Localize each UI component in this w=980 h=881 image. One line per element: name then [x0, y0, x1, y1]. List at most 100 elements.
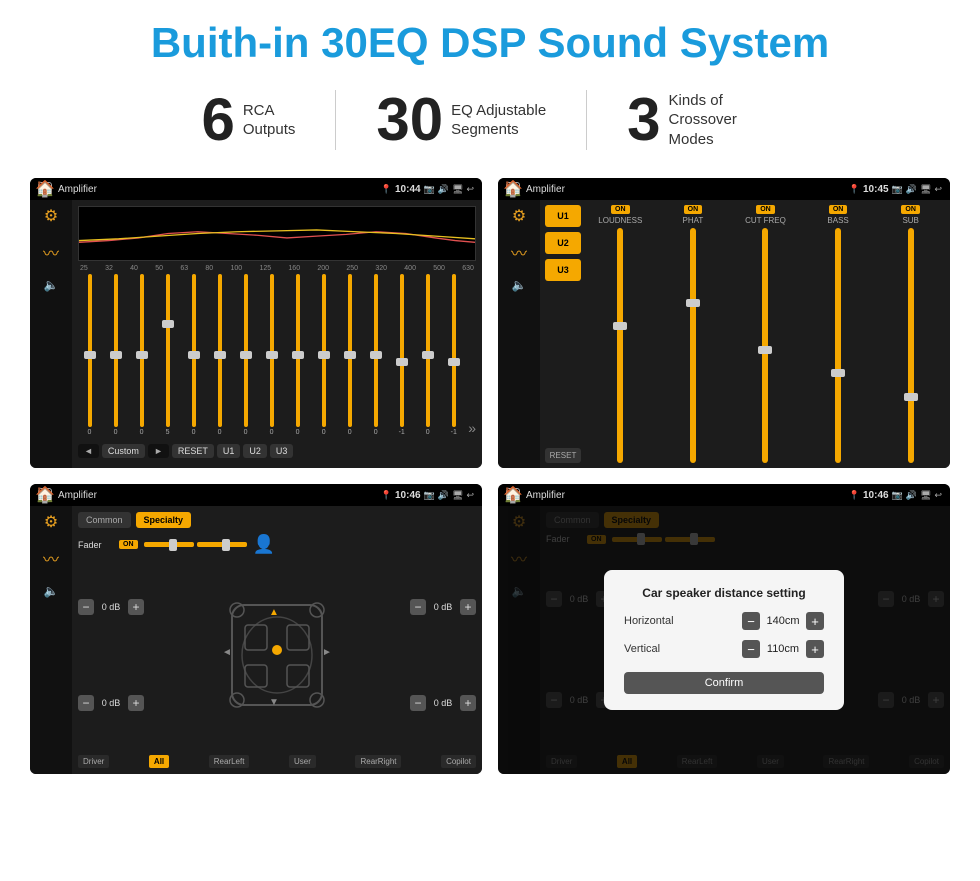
eq-screen-content: ⚙ 〰 🔈 2532405063801001251602002503204005… — [30, 200, 482, 468]
fader-tabs: Common Specialty — [78, 512, 476, 528]
vol-plus-fr[interactable]: + — [460, 599, 476, 615]
bass-on-badge: ON — [829, 205, 848, 214]
vol-control-rl: − 0 dB + — [78, 695, 144, 711]
main-title: Buith-in 30EQ DSP Sound System — [30, 20, 950, 66]
rearleft-label[interactable]: RearLeft — [209, 755, 250, 768]
eq-slider-4: 5 — [156, 274, 179, 436]
phat-slider-thumb[interactable] — [686, 299, 700, 307]
amp2-reset-button[interactable]: RESET — [545, 448, 581, 463]
eq-slider-11: 0 — [338, 274, 361, 436]
fader-screen-content: ⚙ 〰 🔈 Common Specialty Fader ON — [30, 506, 482, 774]
screenshots-grid: 🏠 Amplifier 📍 10:44 📷 🔊 🖥 ↩ ⚙ 〰 🔈 — [30, 178, 950, 774]
eq-bottom-bar: ◄ Custom ► RESET U1 U2 U3 — [78, 440, 476, 462]
vol-plus-rr[interactable]: + — [460, 695, 476, 711]
amp2-home-icon: 🏠 — [506, 182, 520, 196]
vertical-plus-button[interactable]: + — [806, 640, 824, 658]
loudness-label: LOUDNESS — [598, 216, 642, 225]
horizontal-row: Horizontal − 140cm + — [624, 612, 824, 630]
copilot-label[interactable]: Copilot — [441, 755, 476, 768]
dialog-screen-card: 🏠 Amplifier 📍 10:46 📷 🔊 🖥 ↩ ⚙ 〰 🔈 — [498, 484, 950, 774]
eq-slider-5: 0 — [182, 274, 205, 436]
amp2-u3-button[interactable]: U3 — [545, 259, 581, 281]
fader-thumb2[interactable] — [222, 539, 230, 551]
stats-row: 6 RCAOutputs 30 EQ AdjustableSegments 3 … — [30, 90, 950, 150]
eq-u2-button[interactable]: U2 — [243, 444, 267, 458]
stat-eq-number: 30 — [376, 90, 443, 150]
fader-speaker-icon[interactable]: 🔈 — [44, 584, 59, 598]
fader-wave-icon[interactable]: 〰 — [43, 546, 59, 570]
stat-crossover: 3 Kinds ofCrossover Modes — [587, 90, 818, 150]
vertical-minus-button[interactable]: − — [742, 640, 760, 658]
fader-specialty-tab[interactable]: Specialty — [136, 512, 192, 528]
fader-filter-icon[interactable]: ⚙ — [44, 512, 58, 532]
amp2-u2-button[interactable]: U2 — [545, 232, 581, 254]
vol-minus-rl[interactable]: − — [78, 695, 94, 711]
eq-speaker-icon[interactable]: 🔈 — [44, 278, 59, 292]
vol-minus-rr[interactable]: − — [410, 695, 426, 711]
vertical-value: 110cm — [764, 643, 802, 655]
stat-rca: 6 RCAOutputs — [161, 90, 336, 150]
eq-slider-3: 0 — [130, 274, 153, 436]
horizontal-value: 140cm — [764, 615, 802, 627]
eq-sliders-area: 0 0 0 5 — [78, 274, 476, 436]
amp2-cutfreq-channel: ON CUT FREQ — [731, 205, 800, 463]
page-container: Buith-in 30EQ DSP Sound System 6 RCAOutp… — [0, 0, 980, 794]
amp2-status-bar: 🏠 Amplifier 📍 10:45 📷 🔊 🖥 ↩ — [498, 178, 950, 200]
eq-time: 10:44 — [395, 184, 421, 195]
amp2-main-area: U1 U2 U3 RESET ON LOUDNESS — [540, 200, 950, 468]
vol-control-fl: − 0 dB + — [78, 599, 144, 615]
amp2-speaker-icon[interactable]: 🔈 — [512, 278, 527, 292]
amp2-back-icon: ↩ — [934, 184, 942, 195]
back-icon: ↩ — [466, 184, 474, 195]
eq-filter-icon[interactable]: ⚙ — [44, 206, 58, 226]
rearright-label[interactable]: RearRight — [355, 755, 401, 768]
vol-plus-fl[interactable]: + — [128, 599, 144, 615]
eq-prev-button[interactable]: ◄ — [78, 444, 99, 458]
volume-icon: 🔊 — [438, 184, 449, 195]
vol-minus-fl[interactable]: − — [78, 599, 94, 615]
eq-custom-button[interactable]: Custom — [102, 444, 145, 458]
amp2-wave-icon[interactable]: 〰 — [511, 240, 527, 264]
eq-reset-button[interactable]: RESET — [172, 444, 214, 458]
eq-slider-1: 0 — [78, 274, 101, 436]
loudness-slider-thumb[interactable] — [613, 322, 627, 330]
eq-u1-button[interactable]: U1 — [217, 444, 241, 458]
vertical-row: Vertical − 110cm + — [624, 640, 824, 658]
amp2-filter-icon[interactable]: ⚙ — [512, 206, 526, 226]
amp2-u1-button[interactable]: U1 — [545, 205, 581, 227]
confirm-button[interactable]: Confirm — [624, 672, 824, 694]
eq-wave-icon[interactable]: 〰 — [43, 240, 59, 264]
eq-next-button[interactable]: ► — [148, 444, 169, 458]
bass-slider-thumb[interactable] — [831, 369, 845, 377]
vol-minus-fr[interactable]: − — [410, 599, 426, 615]
fader-person-icon[interactable]: 👤 — [253, 534, 275, 555]
screen-icon: 🖥 — [452, 184, 463, 195]
cutfreq-slider-thumb[interactable] — [758, 346, 772, 354]
vol-plus-rl[interactable]: + — [128, 695, 144, 711]
stat-rca-number: 6 — [201, 90, 234, 150]
eq-u3-button[interactable]: U3 — [270, 444, 294, 458]
amp2-bass-channel: ON BASS — [804, 205, 873, 463]
amp2-app-name: Amplifier — [526, 184, 843, 195]
vol-value-rl: 0 dB — [97, 698, 125, 708]
driver-label[interactable]: Driver — [78, 755, 109, 768]
vol-control-rr: − 0 dB + — [410, 695, 476, 711]
sub-slider-thumb[interactable] — [904, 393, 918, 401]
amp2-status-icons: 📍 10:45 📷 🔊 🖥 ↩ — [849, 184, 942, 195]
stat-crossover-number: 3 — [627, 90, 660, 150]
eq-graph — [78, 206, 476, 261]
eq-status-icons: 📍 10:44 📷 🔊 🖥 ↩ — [381, 184, 474, 195]
car-visual: ▲ ▼ ◄ ► — [152, 559, 402, 751]
horizontal-plus-button[interactable]: + — [806, 612, 824, 630]
dialog-overlay: Car speaker distance setting Horizontal … — [498, 506, 950, 774]
all-label[interactable]: All — [149, 755, 169, 768]
fader-camera-icon: 📷 — [424, 490, 435, 501]
fader-common-tab[interactable]: Common — [78, 512, 131, 528]
eq-slider-6: 0 — [208, 274, 231, 436]
fader-vol-car-area: − 0 dB + − 0 dB + — [78, 559, 476, 751]
eq-arrow-right[interactable]: » — [468, 400, 476, 436]
fader-thumb[interactable] — [169, 539, 177, 551]
user-label[interactable]: User — [289, 755, 316, 768]
stat-eq-text: EQ AdjustableSegments — [451, 101, 546, 140]
horizontal-minus-button[interactable]: − — [742, 612, 760, 630]
